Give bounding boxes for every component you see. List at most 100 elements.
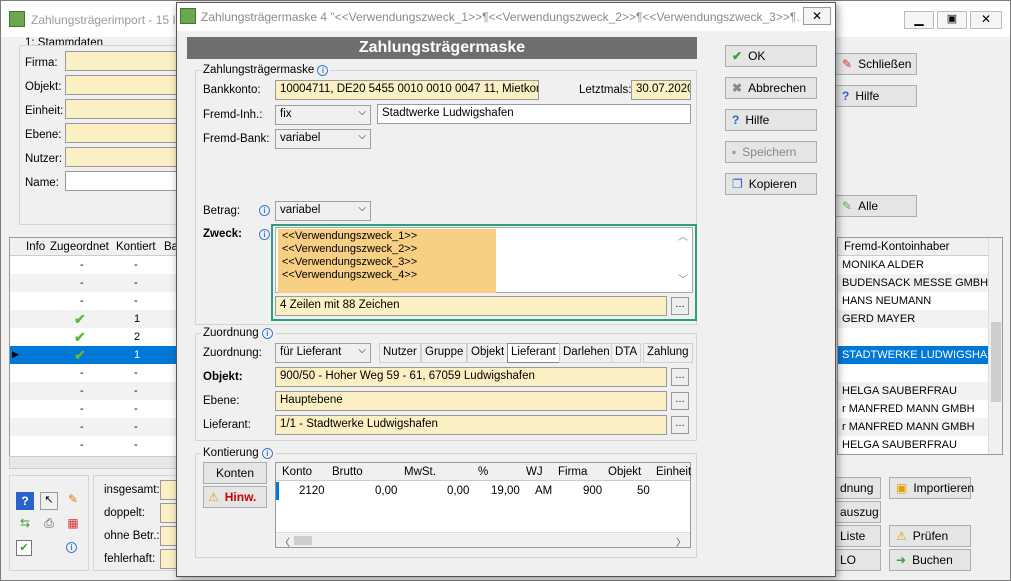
col-prozent[interactable]: % — [478, 466, 488, 478]
table-row[interactable]: STADTWERKE LUDWIGSHA — [838, 346, 988, 364]
konten-button[interactable]: Konten — [203, 462, 267, 484]
table-row[interactable] — [838, 364, 988, 382]
zweck-textarea[interactable]: <<Verwendungszweck_1>> <<Verwendungszwec… — [275, 227, 693, 293]
table-row[interactable]: -- — [10, 382, 178, 400]
kontoinhaber-vscroll[interactable] — [988, 238, 1002, 454]
table-row[interactable]: HELGA SAUBERFRAU — [838, 436, 988, 454]
table-row[interactable]: -- — [10, 436, 178, 454]
table-row[interactable]: -- — [10, 400, 178, 418]
table-row[interactable]: GERD MAYER — [838, 310, 988, 328]
col-mwst[interactable]: MwSt. — [404, 466, 436, 478]
table-row[interactable]: HANS NEUMANN — [838, 292, 988, 310]
table-row[interactable]: -- — [10, 364, 178, 382]
fremdinh-label: Fremd-Inh.: — [203, 109, 263, 121]
ebene-field[interactable] — [65, 123, 177, 143]
pen-icon[interactable]: ✎ — [64, 492, 82, 510]
zweck-edit-button[interactable]: … — [671, 297, 689, 315]
importieren-button[interactable]: ▣ Importieren — [889, 477, 974, 499]
kontoauszug-button[interactable]: auszug — [833, 501, 881, 523]
speichern-button[interactable]: ▪ Speichern — [725, 141, 817, 163]
table-row[interactable]: ✔ 1 — [10, 310, 178, 328]
grid-icon[interactable]: ▦ — [64, 516, 82, 534]
bankkonto-field[interactable]: 10004711, DE20 5455 0010 0010 0047 11, M… — [275, 80, 539, 100]
bg-minimize-button[interactable]: ▁ — [904, 11, 934, 29]
col-wj[interactable]: WJ — [526, 466, 543, 478]
table-row[interactable]: ✔ 2 — [10, 328, 178, 346]
table-row[interactable]: -- — [10, 256, 178, 274]
kontierung-row[interactable]: 2120 0,00 0,00 19,00 AM 900 50 — [276, 482, 690, 500]
table-row[interactable]: HELGA SAUBERFRAU — [838, 382, 988, 400]
bg-close-button[interactable]: ✕ — [970, 11, 1002, 29]
table-row[interactable]: MONIKA ALDER — [838, 256, 988, 274]
zweck-vscroll[interactable]: ︿ ﹀ — [674, 228, 692, 292]
cancel-icon: ✖ — [732, 81, 743, 95]
table-row[interactable]: -- — [10, 418, 178, 436]
objekt-field[interactable]: 900/50 - Hoher Weg 59 - 61, 67059 Ludwig… — [275, 367, 667, 387]
zuordnung-button[interactable]: dnung — [833, 477, 881, 499]
fremdinh-field[interactable]: Stadtwerke Ludwigshafen — [377, 104, 691, 124]
firma-field[interactable] — [65, 51, 177, 71]
hilfe-button[interactable]: ? Hilfe — [725, 109, 817, 131]
nutzer-field[interactable] — [65, 147, 177, 167]
fremdinh-combo[interactable]: fix ⌵ — [275, 105, 371, 125]
col-objekt[interactable]: Objekt — [608, 466, 641, 478]
betrag-combo[interactable]: variabel ⌵ — [275, 201, 371, 221]
tab-lieferant[interactable]: Lieferant — [507, 343, 560, 363]
lieferant-field[interactable]: 1/1 - Stadtwerke Ludwigshafen — [275, 415, 667, 435]
grid-header-kontiert[interactable]: Kontiert — [116, 241, 156, 253]
refresh-icon[interactable]: ⇆ — [16, 516, 34, 534]
help-icon[interactable]: ? — [16, 492, 34, 510]
liste-button[interactable]: Liste — [833, 525, 881, 547]
table-row[interactable]: r MANFRED MANN GMBH — [838, 418, 988, 436]
table-row[interactable]: r MANFRED MANN GMBH — [838, 400, 988, 418]
ebene-field[interactable]: Hauptebene — [275, 391, 667, 411]
checkbox-icon[interactable]: ✔ — [16, 540, 32, 556]
col-einheit[interactable]: Einheit — [656, 466, 691, 478]
abbrechen-button[interactable]: ✖ Abbrechen — [725, 77, 817, 99]
objekt-lookup-button[interactable]: … — [671, 368, 689, 386]
pruefen-button[interactable]: ⚠ Prüfen — [889, 525, 971, 547]
buchen-button[interactable]: ➜ Buchen — [889, 549, 971, 571]
col-firma[interactable]: Firma — [558, 466, 587, 478]
lo-button[interactable]: LO — [833, 549, 881, 571]
letztmals-field[interactable]: 30.07.2020 — [631, 80, 691, 100]
grid-header-zugeordnet[interactable]: Zugeordnet — [50, 241, 109, 253]
table-row[interactable] — [838, 328, 988, 346]
ebene-lookup-button[interactable]: … — [671, 392, 689, 410]
bg-maximize-button[interactable]: ▣ — [937, 11, 967, 29]
col-brutto[interactable]: Brutto — [332, 466, 363, 478]
bg-alle-button[interactable]: ✎ Alle — [835, 195, 917, 217]
ok-button[interactable]: ✔ OK — [725, 45, 817, 67]
tab-gruppe[interactable]: Gruppe — [421, 343, 468, 363]
table-row[interactable]: BUDENSACK MESSE GMBH — [838, 274, 988, 292]
name-field[interactable] — [65, 171, 177, 191]
table-row[interactable]: -- — [10, 274, 178, 292]
dialog-close-button[interactable]: ✕ — [803, 7, 831, 25]
table-row[interactable]: -- — [10, 292, 178, 310]
tab-zahlung[interactable]: Zahlung — [643, 343, 693, 363]
einheit-field[interactable] — [65, 99, 177, 119]
lieferant-lookup-button[interactable]: … — [671, 416, 689, 434]
table-row[interactable]: ▶ ✔ 1 — [10, 346, 178, 364]
grid-hscroll[interactable] — [9, 456, 179, 469]
tab-dta[interactable]: DTA — [611, 343, 642, 363]
kopieren-button[interactable]: ❐ Kopieren — [725, 173, 817, 195]
cell-objekt: 50 — [637, 485, 650, 497]
bg-hilfe-button[interactable]: ? Hilfe — [835, 85, 917, 107]
fremdbank-combo[interactable]: variabel ⌵ — [275, 129, 371, 149]
tab-darlehen[interactable]: Darlehen — [559, 343, 614, 363]
kontierung-hscroll[interactable]: 〈 〉 — [276, 532, 690, 549]
grid-header-info[interactable]: Info — [26, 241, 45, 253]
kontoinhaber-header[interactable]: Fremd-Kontoinhaber — [838, 238, 988, 256]
kontiert-cell: 1 — [134, 349, 141, 361]
tab-nutzer[interactable]: Nutzer — [379, 343, 421, 363]
bg-schliessen-button[interactable]: ✎ Schließen — [835, 53, 917, 75]
zuordnung-label: Zuordnung: — [203, 347, 262, 359]
zuordnung-combo[interactable]: für Lieferant ⌵ — [275, 343, 371, 363]
tab-objekt[interactable]: Objekt — [467, 343, 509, 363]
hinweis-button[interactable]: ⚠ Hinw. — [203, 486, 267, 508]
print-icon[interactable]: ⎙ — [40, 516, 58, 534]
col-konto[interactable]: Konto — [282, 466, 312, 478]
objekt-field[interactable] — [65, 75, 177, 95]
cursor-icon[interactable]: ↖ — [40, 492, 58, 510]
